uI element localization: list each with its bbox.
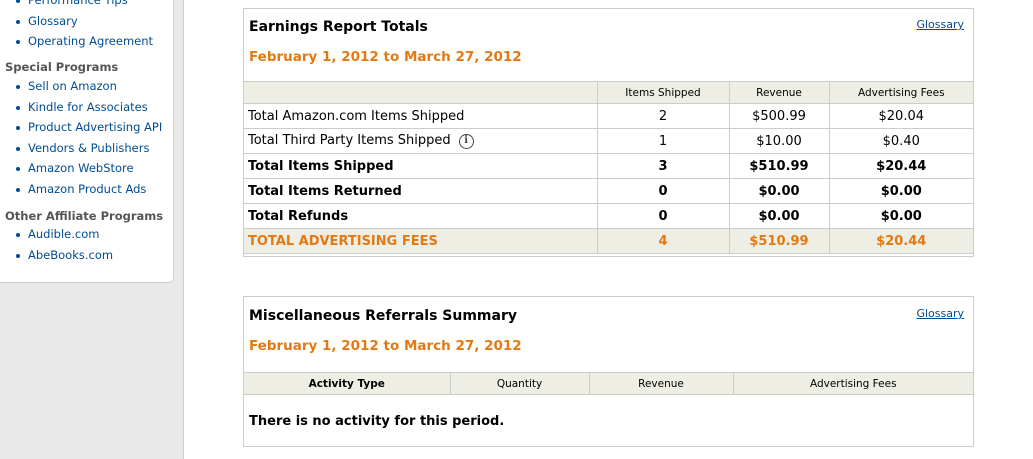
earnings-table: Items Shipped Revenue Advertising Fees T… [244, 81, 973, 254]
misc-date-range: February 1, 2012 to March 27, 2012 [249, 338, 522, 354]
revenue-cell: $10.00 [728, 128, 830, 154]
column-header-items-shipped: Items Shipped [596, 81, 730, 104]
fees-cell: $20.04 [828, 103, 973, 129]
table-row-total: TOTAL ADVERTISING FEES 4 $510.99 $20.44 [244, 228, 973, 254]
row-label: TOTAL ADVERTISING FEES [244, 228, 598, 254]
revenue-cell: $510.99 [728, 153, 830, 179]
sidebar-item-amazon-product-ads[interactable]: Amazon Product Ads [0, 179, 162, 200]
column-header-blank [244, 81, 598, 104]
fees-cell: $0.40 [828, 128, 973, 154]
earnings-date-range: February 1, 2012 to March 27, 2012 [249, 49, 522, 65]
column-header-advertising-fees: Advertising Fees [828, 81, 973, 104]
sidebar-special-list: Sell on Amazon Kindle for Associates Pro… [0, 76, 162, 199]
revenue-cell: $500.99 [728, 103, 830, 129]
sidebar-item-operating-agreement[interactable]: Operating Agreement [0, 31, 153, 52]
revenue-cell: $0.00 [728, 203, 830, 229]
table-row: Total Items Returned 0 $0.00 $0.00 [244, 178, 973, 204]
items-cell: 3 [596, 153, 730, 179]
items-cell: 2 [596, 103, 730, 129]
column-header-activity-type: Activity Type [244, 372, 451, 395]
items-cell: 0 [596, 203, 730, 229]
sidebar: Performance Tips Glossary Operating Agre… [0, 0, 174, 283]
row-label: Total Amazon.com Items Shipped [244, 103, 598, 129]
column-header-advertising-fees: Advertising Fees [732, 372, 973, 395]
sidebar-other-list: Audible.com AbeBooks.com [0, 224, 113, 265]
fees-cell: $0.00 [828, 203, 973, 229]
sidebar-item-sell-on-amazon[interactable]: Sell on Amazon [0, 76, 162, 97]
sidebar-item-product-advertising-api[interactable]: Product Advertising API [0, 117, 162, 138]
info-icon[interactable]: i [458, 134, 474, 149]
misc-table-header: Activity Type Quantity Revenue Advertisi… [244, 372, 973, 395]
sidebar-heading-other-affiliate-programs: Other Affiliate Programs [5, 209, 164, 223]
revenue-cell: $510.99 [728, 228, 830, 254]
sidebar-item-audible[interactable]: Audible.com [0, 224, 113, 245]
earnings-report-panel: Earnings Report Totals Glossary February… [243, 8, 974, 257]
row-label: Total Items Returned [244, 178, 598, 204]
earnings-table-header: Items Shipped Revenue Advertising Fees [244, 81, 973, 104]
sidebar-item-vendors-publishers[interactable]: Vendors & Publishers [0, 138, 162, 159]
misc-glossary-link[interactable]: Glossary [916, 307, 964, 320]
row-label-cell: Total Third Party Items Shipped i [244, 128, 598, 154]
table-row: Total Refunds 0 $0.00 $0.00 [244, 203, 973, 229]
sidebar-item-abebooks[interactable]: AbeBooks.com [0, 245, 113, 266]
sidebar-item-kindle-for-associates[interactable]: Kindle for Associates [0, 97, 162, 118]
fees-cell: $20.44 [828, 153, 973, 179]
column-header-revenue: Revenue [728, 81, 830, 104]
sidebar-item-glossary[interactable]: Glossary [0, 11, 153, 32]
sidebar-top-list: Performance Tips Glossary Operating Agre… [0, 0, 153, 52]
sidebar-item-performance-tips[interactable]: Performance Tips [0, 0, 153, 11]
misc-referrals-title: Miscellaneous Referrals Summary [249, 308, 517, 324]
sidebar-heading-special-programs: Special Programs [5, 60, 119, 74]
earnings-report-title: Earnings Report Totals [249, 19, 428, 35]
misc-referrals-panel: Miscellaneous Referrals Summary Glossary… [243, 296, 974, 447]
earnings-glossary-link[interactable]: Glossary [916, 18, 964, 31]
misc-table: Activity Type Quantity Revenue Advertisi… [244, 372, 973, 395]
row-label: Total Items Shipped [244, 153, 598, 179]
fees-cell: $0.00 [828, 178, 973, 204]
table-row: Total Items Shipped 3 $510.99 $20.44 [244, 153, 973, 179]
column-header-quantity: Quantity [449, 372, 590, 395]
row-label: Total Refunds [244, 203, 598, 229]
revenue-cell: $0.00 [728, 178, 830, 204]
items-cell: 4 [596, 228, 730, 254]
sidebar-item-amazon-webstore[interactable]: Amazon WebStore [0, 158, 162, 179]
table-row: Total Amazon.com Items Shipped 2 $500.99… [244, 103, 973, 129]
row-label: Total Third Party Items Shipped [248, 133, 451, 148]
no-activity-message: There is no activity for this period. [249, 414, 505, 429]
column-header-revenue: Revenue [588, 372, 734, 395]
table-row: Total Third Party Items Shipped i 1 $10.0… [244, 128, 973, 154]
items-cell: 1 [596, 128, 730, 154]
items-cell: 0 [596, 178, 730, 204]
fees-cell: $20.44 [828, 228, 973, 254]
